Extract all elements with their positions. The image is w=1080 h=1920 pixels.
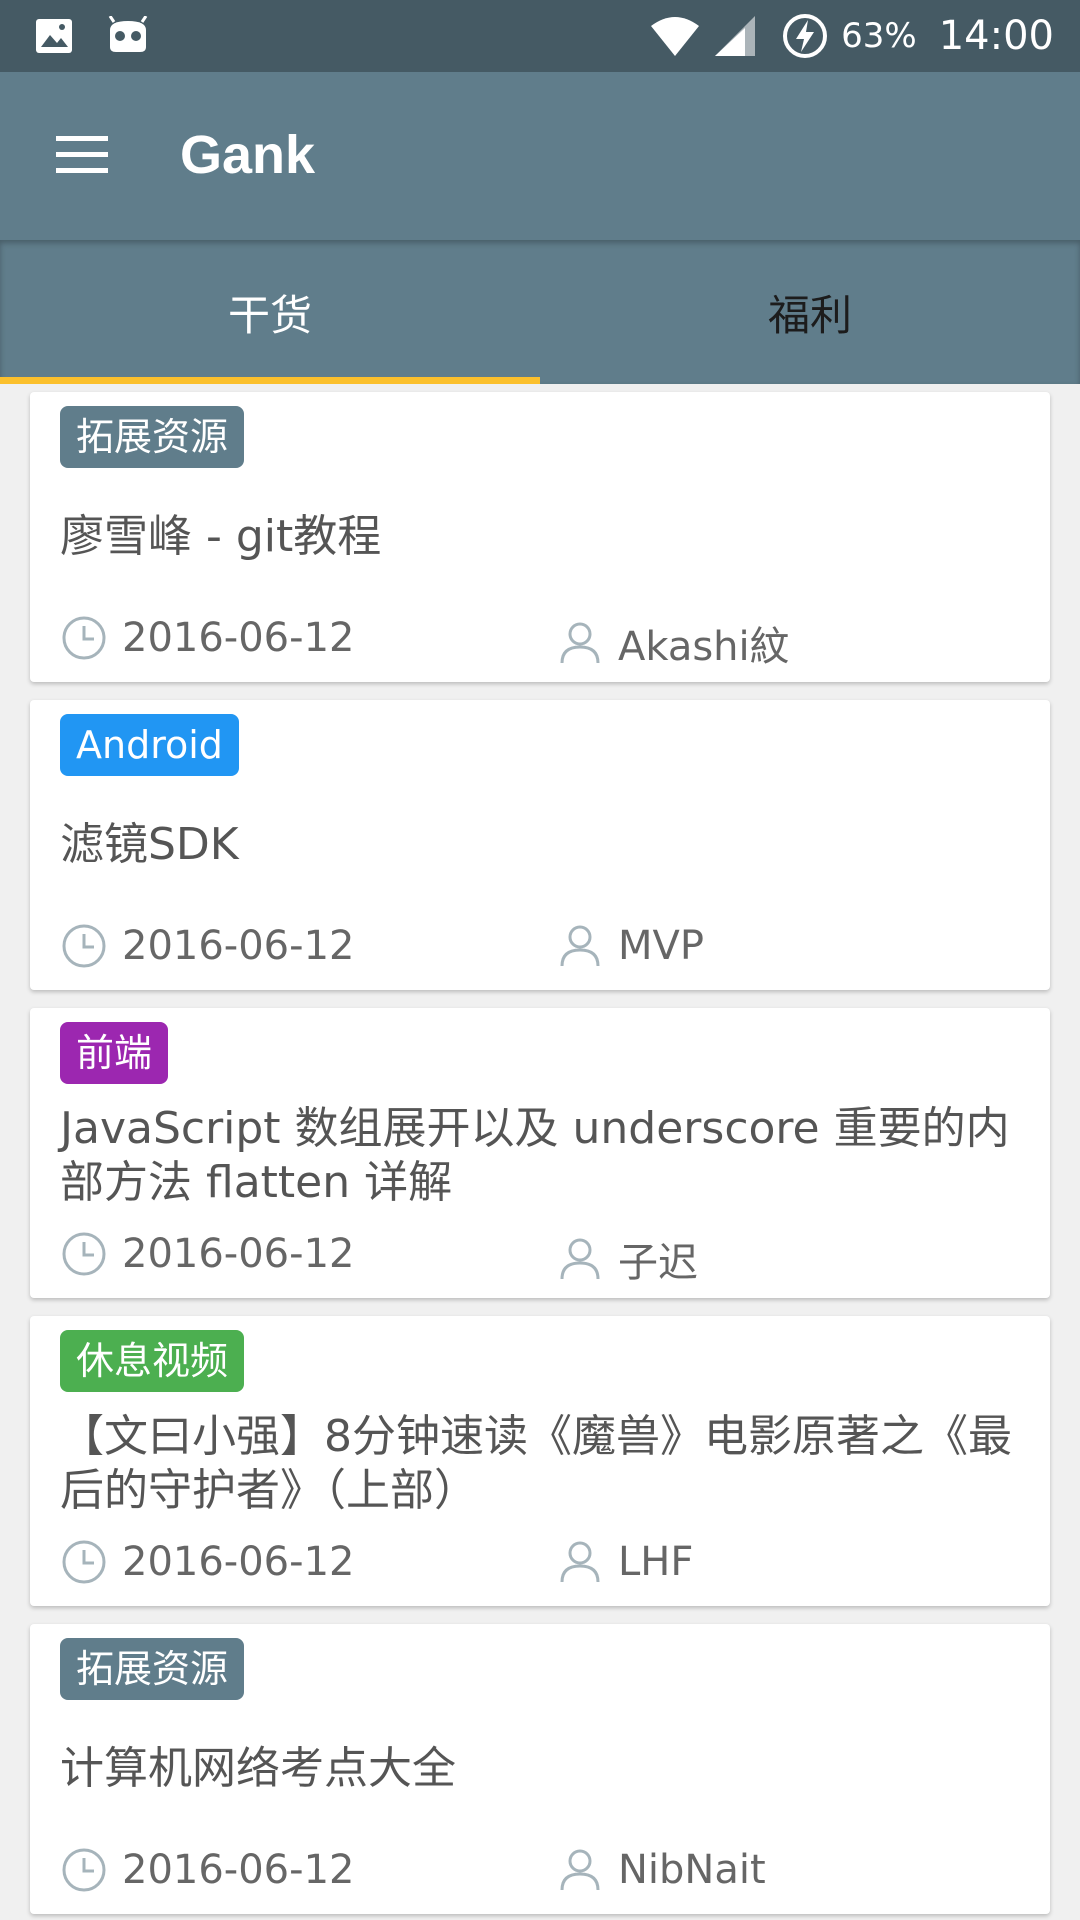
app-title: Gank <box>180 125 316 185</box>
author-text: MVP <box>618 923 704 969</box>
category-tag: 前端 <box>60 1022 169 1084</box>
list-item[interactable]: 拓展资源 廖雪峰 - git教程 2016-06-12 Akashi紋 <box>30 392 1050 682</box>
category-tag: 休息视频 <box>60 1330 245 1392</box>
tab-bar: 干货 福利 <box>0 240 1080 384</box>
tab-label: 福利 <box>767 290 852 340</box>
person-icon <box>560 1849 600 1891</box>
list-item[interactable]: 拓展资源 计算机网络考点大全 2016-06-12 NibNait <box>30 1624 1050 1914</box>
item-author: MVP <box>556 922 704 970</box>
item-author: NibNait <box>556 1846 766 1894</box>
person-icon <box>560 1541 600 1583</box>
status-bar: 63% 14:00 <box>0 0 1080 72</box>
date-text: 2016-06-12 <box>122 615 355 661</box>
wifi-icon <box>651 17 700 56</box>
list-item[interactable]: 休息视频 【文曰小强】8分钟速读《魔兽》电影原著之《最后的守护者》（上部） 20… <box>30 1316 1050 1606</box>
app-toolbar: Gank <box>0 72 1080 240</box>
android-debug-icon <box>108 16 148 52</box>
tab-indicator <box>0 377 540 384</box>
date-text: 2016-06-12 <box>122 1539 355 1585</box>
category-tag: 拓展资源 <box>60 1638 245 1700</box>
author-text: LHF <box>618 1539 694 1585</box>
item-title: 廖雪峰 - git教程 <box>60 511 382 562</box>
clock-icon <box>62 1540 106 1584</box>
battery-percent: 63% <box>841 16 917 56</box>
clock-icon <box>62 924 106 968</box>
person-icon <box>560 925 600 967</box>
item-title: 滤镜SDK <box>60 819 239 870</box>
item-title: 计算机网络考点大全 <box>60 1743 456 1794</box>
item-date: 2016-06-12 <box>60 1230 354 1278</box>
clock-icon <box>62 1232 106 1276</box>
list-item[interactable]: 前端 JavaScript 数组展开以及 underscore 重要的内部方法 … <box>30 1008 1050 1298</box>
tab-fuli[interactable]: 福利 <box>540 240 1080 384</box>
article-list[interactable]: 拓展资源 廖雪峰 - git教程 2016-06-12 Akashi紋 Andr… <box>0 384 1080 1920</box>
author-text: NibNait <box>618 1847 766 1893</box>
item-date: 2016-06-12 <box>60 1538 354 1586</box>
item-date: 2016-06-12 <box>60 1846 354 1894</box>
date-text: 2016-06-12 <box>122 923 355 969</box>
item-author: LHF <box>556 1538 693 1586</box>
cell-signal-icon <box>715 16 756 56</box>
person-icon <box>560 622 600 664</box>
battery-charging-icon <box>783 14 828 58</box>
item-author: Akashi紋 <box>556 614 790 672</box>
hamburger-menu-icon[interactable] <box>52 130 112 180</box>
item-date: 2016-06-12 <box>60 614 354 662</box>
image-notification-icon <box>36 19 72 53</box>
item-date: 2016-06-12 <box>60 922 354 970</box>
clock: 14:00 <box>938 13 1054 59</box>
item-author: 子迟 <box>556 1230 698 1288</box>
author-text: 子迟 <box>618 1240 698 1286</box>
clock-icon <box>62 1848 106 1892</box>
item-title: JavaScript 数组展开以及 underscore 重要的内部方法 fla… <box>60 1103 1010 1208</box>
person-icon <box>560 1238 600 1280</box>
clock-icon <box>62 616 106 660</box>
list-item[interactable]: Android 滤镜SDK 2016-06-12 MVP <box>30 700 1050 990</box>
tab-ganhuo[interactable]: 干货 <box>0 240 540 384</box>
item-title: 【文曰小强】8分钟速读《魔兽》电影原著之《最后的守护者》（上部） <box>60 1411 1012 1516</box>
date-text: 2016-06-12 <box>122 1231 355 1277</box>
tab-label: 干货 <box>227 290 312 340</box>
author-text: Akashi紋 <box>618 624 790 670</box>
category-tag: Android <box>60 714 239 776</box>
category-tag: 拓展资源 <box>60 406 245 468</box>
date-text: 2016-06-12 <box>122 1847 355 1893</box>
